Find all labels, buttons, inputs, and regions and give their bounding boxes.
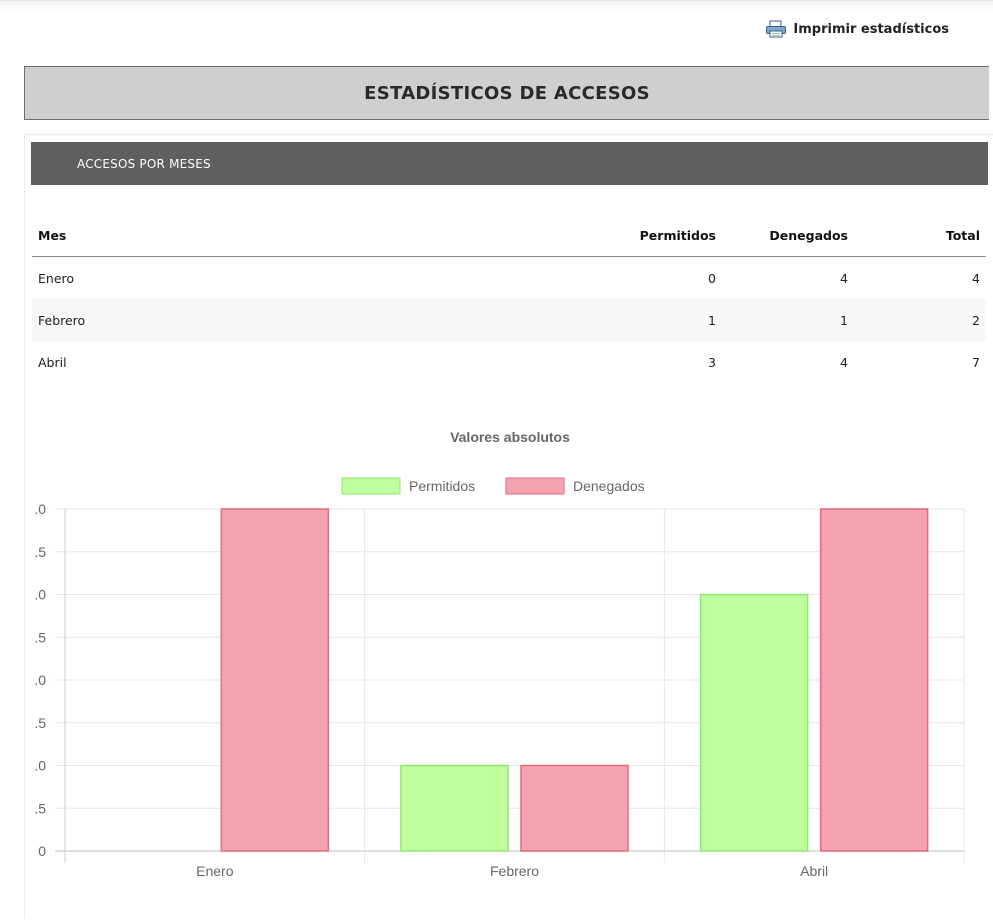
- table-header-row: Mes Permitidos Denegados Total: [32, 214, 986, 257]
- section-title: ACCESOS POR MESES: [77, 156, 211, 171]
- y-tick-label: .5: [34, 800, 46, 816]
- column-header-permitidos: Permitidos: [600, 214, 722, 257]
- y-tick-label: .0: [34, 758, 46, 774]
- cell-mes: Abril: [38, 354, 67, 370]
- x-tick-label: Abril: [800, 863, 828, 879]
- table-row: Abril 3 4 7: [32, 341, 986, 383]
- bar-permitidos-abril: [699, 593, 809, 852]
- cell-permitidos: 1: [600, 299, 722, 341]
- legend-label-permitidos: Permitidos: [409, 478, 475, 494]
- print-stats-link[interactable]: Imprimir estadísticos: [765, 20, 949, 38]
- cell-total: 7: [972, 354, 980, 370]
- bar-denegados-enero: [220, 508, 330, 852]
- column-header-mes: Mes: [32, 214, 600, 257]
- legend-swatch-permitidos: [341, 477, 401, 495]
- y-tick-label: .0: [34, 501, 46, 517]
- column-header-denegados: Denegados: [722, 214, 854, 257]
- cell-total: 2: [854, 299, 986, 341]
- bar-denegados-abril: [819, 508, 929, 852]
- legend-swatch-denegados: [505, 477, 565, 495]
- y-tick-label: .5: [34, 544, 46, 560]
- table-row: Febrero 1 1 2: [32, 299, 986, 341]
- y-tick-label: .5: [34, 715, 46, 731]
- y-tick-label: .5: [34, 629, 46, 645]
- column-header-total: Total: [854, 214, 986, 257]
- cell-denegados: 4: [840, 270, 848, 286]
- y-tick-label: .0: [34, 672, 46, 688]
- y-tick-label: .0: [34, 587, 46, 603]
- x-tick-label: Febrero: [490, 863, 539, 879]
- table-row: Enero 0 4 4: [32, 257, 986, 300]
- printer-icon: [765, 20, 787, 38]
- cell-mes: Febrero: [32, 299, 600, 341]
- cell-total: 4: [972, 270, 980, 286]
- stats-table: Mes Permitidos Denegados Total Enero 0 4…: [32, 214, 986, 383]
- legend-label-denegados: Denegados: [573, 478, 645, 494]
- bar-permitidos-febrero: [400, 764, 509, 852]
- top-strip: [0, 0, 993, 13]
- section-header: ACCESOS POR MESES: [31, 142, 988, 185]
- x-tick-label: Enero: [196, 863, 234, 879]
- chart-container: Valores absolutos Permitidos Denegados .0 .5…: [0, 410, 993, 918]
- chart-title: Valores absolutos: [450, 429, 570, 445]
- cell-permitidos: 0: [708, 270, 716, 286]
- cell-permitidos: 3: [708, 354, 716, 370]
- bar-denegados-febrero: [520, 764, 629, 852]
- y-tick-label: 0: [38, 843, 46, 859]
- bar-chart: Valores absolutos Permitidos Denegados .0 .5…: [34, 429, 965, 879]
- cell-denegados: 4: [840, 354, 848, 370]
- cell-denegados: 1: [722, 299, 854, 341]
- print-stats-label: Imprimir estadísticos: [793, 21, 949, 37]
- page-title: ESTADÍSTICOS DE ACCESOS: [24, 66, 989, 120]
- cell-mes: Enero: [38, 270, 75, 286]
